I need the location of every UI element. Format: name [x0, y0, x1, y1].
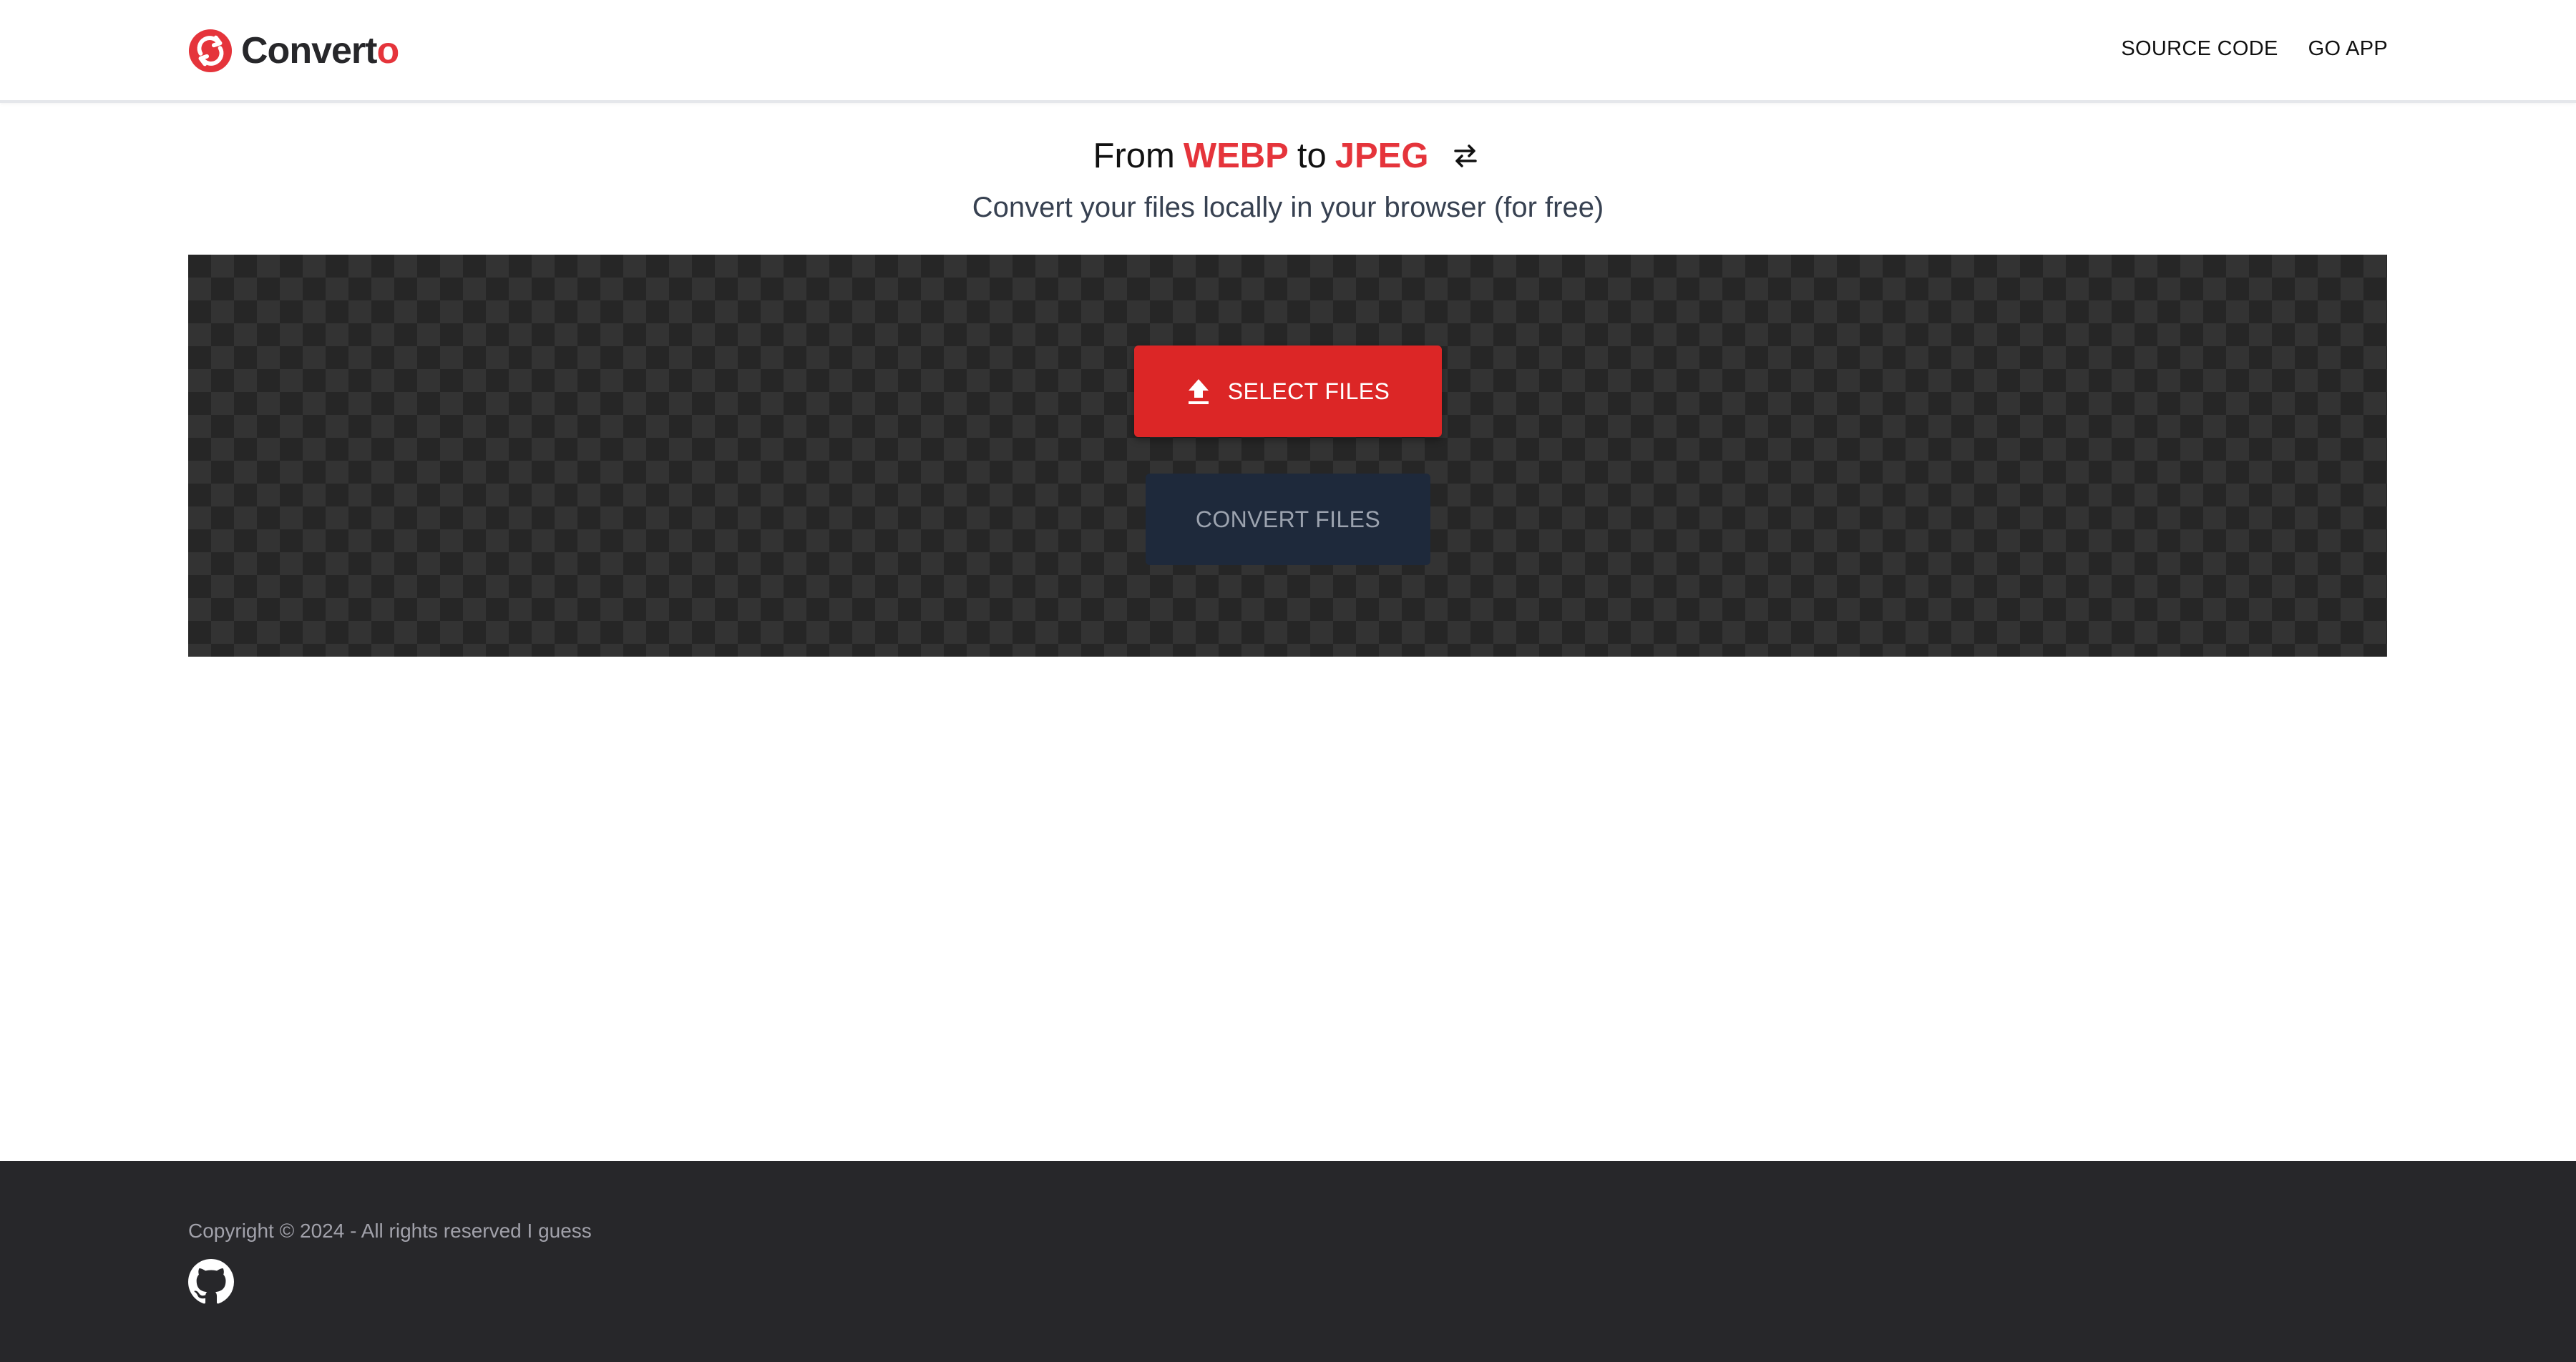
- refresh-circle-icon: [188, 29, 233, 73]
- top-nav: SOURCE CODE GO APP: [2121, 37, 2388, 61]
- upload-icon: [1188, 379, 1209, 404]
- swap-formats-button[interactable]: [1448, 139, 1483, 173]
- github-link[interactable]: [188, 1259, 234, 1305]
- select-files-button[interactable]: SELECT FILES: [1134, 346, 1442, 437]
- copyright-text: Copyright © 2024 - All rights reserved I…: [188, 1220, 592, 1242]
- select-files-label: SELECT FILES: [1227, 378, 1390, 404]
- site-footer: Copyright © 2024 - All rights reserved I…: [0, 1161, 2576, 1362]
- to-format: JPEG: [1335, 137, 1429, 175]
- title-from-word: From: [1093, 137, 1175, 175]
- convert-files-label: CONVERT FILES: [1195, 506, 1381, 532]
- nav-source-code-link[interactable]: SOURCE CODE: [2121, 37, 2278, 61]
- site-header: Converto SOURCE CODE GO APP: [0, 0, 2576, 103]
- from-format: WEBP: [1183, 137, 1289, 175]
- title-to-word: to: [1297, 137, 1327, 175]
- convert-files-button[interactable]: CONVERT FILES: [1146, 474, 1430, 565]
- nav-go-app-link[interactable]: GO APP: [2308, 37, 2388, 61]
- swap-arrows-icon: [1454, 144, 1478, 167]
- page-subtitle: Convert your files locally in your brows…: [972, 192, 1604, 223]
- brand-name: Converto: [241, 32, 399, 69]
- page-title: From WEBP to JPEG: [0, 133, 2576, 179]
- file-drop-area[interactable]: [188, 255, 2387, 657]
- brand-name-main: Convert: [241, 30, 377, 72]
- brand-link[interactable]: Converto: [188, 27, 399, 74]
- brand-name-accent: o: [376, 30, 399, 72]
- github-icon: [188, 1259, 234, 1304]
